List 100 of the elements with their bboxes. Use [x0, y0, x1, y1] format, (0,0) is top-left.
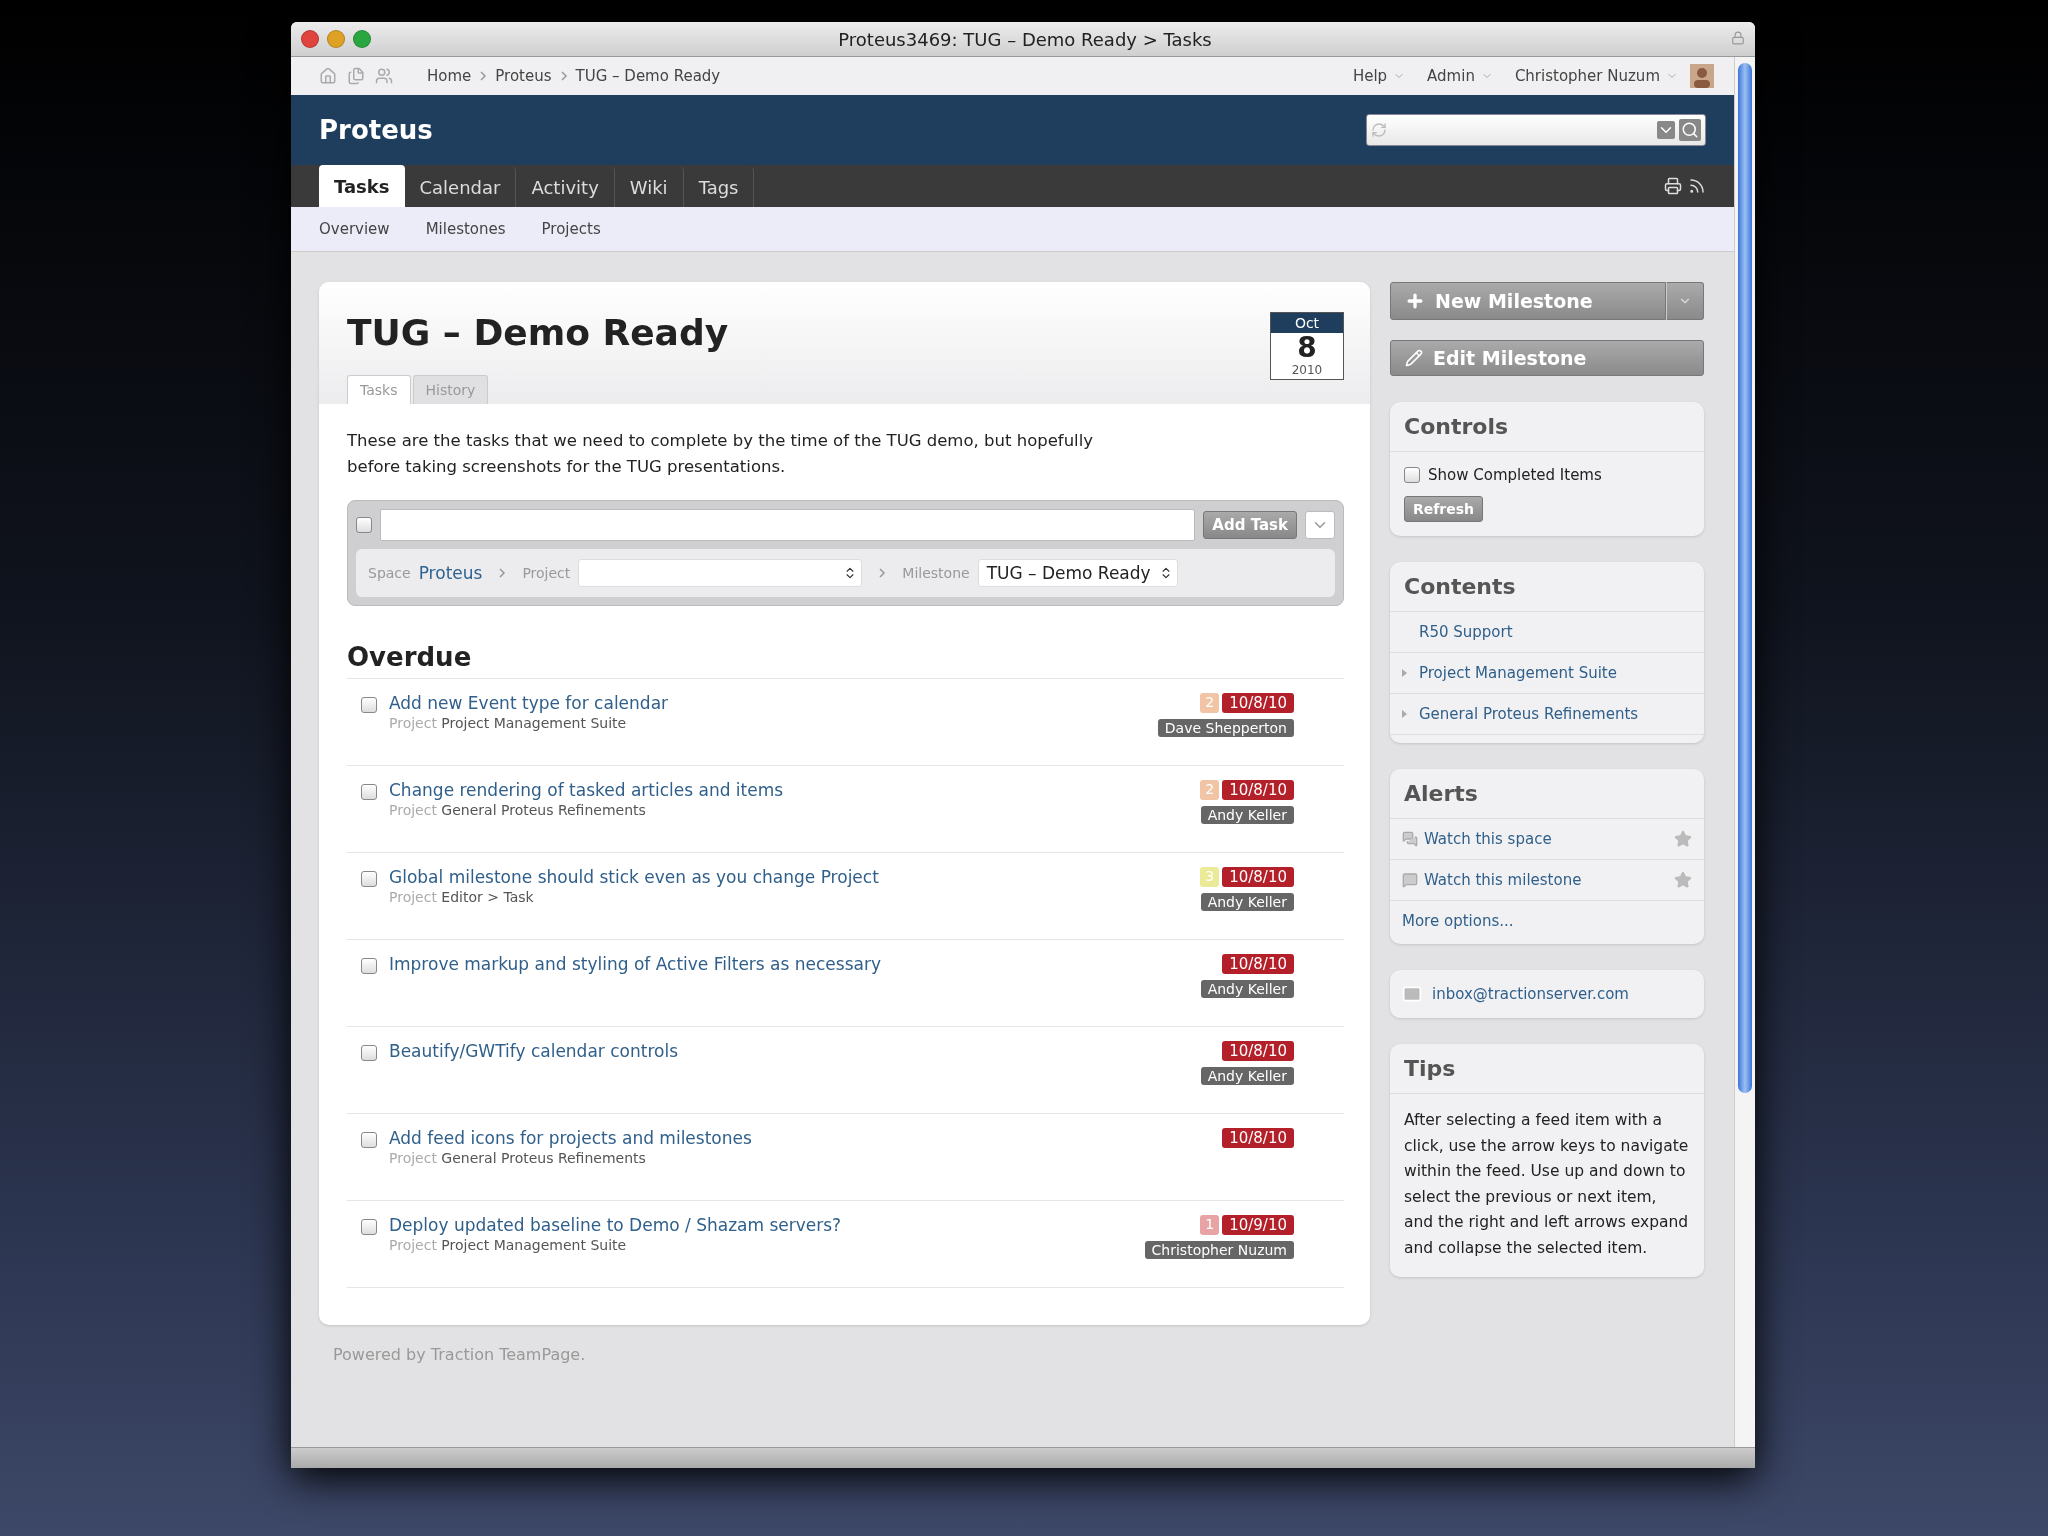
breadcrumb-link[interactable]: Home [427, 67, 472, 85]
zoom-button[interactable] [353, 30, 371, 48]
priority-badge: 2 [1200, 780, 1220, 800]
due-date-badge: 10/8/10 [1222, 693, 1294, 713]
milestone-description: These are the tasks that we need to complete by the time of the TUG demo, but hopefully before taking screenshots for the TUG presentations. [347, 430, 1095, 478]
task-link[interactable]: Change rendering of tasked articles and items [389, 780, 784, 800]
plus-icon [1405, 291, 1425, 311]
contents-link[interactable]: Project Management Suite [1419, 664, 1617, 682]
assignee-badge: Andy Keller [1200, 980, 1294, 998]
task-link[interactable]: Global milestone should stick even as you change Project [389, 867, 879, 887]
assignee-badge: Christopher Nuzum [1144, 1241, 1294, 1259]
field-label: Milestone [902, 565, 970, 581]
dropdown-icon[interactable] [1657, 121, 1675, 139]
task-project: Project Project Management Suite [389, 1237, 628, 1253]
task-project: Project General Proteus Refinements [389, 1150, 647, 1166]
panel-title: Contents [1390, 562, 1704, 612]
refresh-icon [1371, 122, 1387, 138]
email-link[interactable]: inbox@tractionserver.com [1432, 985, 1629, 1003]
caret-button[interactable] [1666, 282, 1704, 320]
chat-icon [1402, 831, 1418, 847]
assignee-badge: Andy Keller [1200, 1067, 1294, 1085]
task-link[interactable]: Add new Event type for calendar [389, 693, 669, 713]
home-icon[interactable] [319, 67, 337, 85]
pencil-icon [1405, 349, 1423, 367]
chevron-icon [498, 568, 507, 578]
date-year: 2010 [1290, 363, 1324, 379]
task-project: Project General Proteus Refinements [389, 802, 647, 818]
task-project: Project Project Management Suite [389, 715, 628, 731]
people-icon[interactable] [375, 67, 393, 85]
expand-icon[interactable] [1402, 710, 1407, 718]
breadcrumb-link[interactable]: Proteus [495, 67, 552, 85]
assignee-badge: Dave Shepperton [1157, 719, 1294, 737]
star-icon[interactable] [1674, 871, 1692, 889]
due-date-badge: 10/8/10 [1222, 780, 1294, 800]
expand-icon[interactable] [1402, 669, 1407, 677]
task-checkbox[interactable] [361, 1219, 377, 1235]
menu-link[interactable]: Admin [1427, 67, 1493, 85]
menu-link[interactable]: Christopher Nuzum [1514, 67, 1678, 85]
task-checkbox[interactable] [361, 1045, 377, 1061]
tips-text: After selecting a feed item with a click, use the arrow keys to navigate within the feed. Use up and down to select the previous or next item, and the right and left arrows expand and collapse the selected item. [1404, 1110, 1690, 1259]
field-label: Space [368, 565, 411, 581]
date-month: Oct [1271, 313, 1343, 333]
more-options-link[interactable]: More options... [1402, 912, 1514, 930]
task-checkbox[interactable] [361, 784, 377, 800]
breadcrumb-link[interactable]: TUG – Demo Ready [575, 67, 721, 85]
chevron-icon [559, 71, 568, 81]
close-button[interactable] [301, 30, 319, 48]
date-day: 8 [1271, 333, 1343, 363]
rss-icon[interactable] [1688, 177, 1706, 195]
dropdown-button[interactable] [1305, 511, 1335, 539]
task-checkbox[interactable] [361, 871, 377, 887]
due-date-badge: 10/8/10 [1222, 1128, 1294, 1148]
contents-link[interactable]: R50 Support [1419, 623, 1513, 641]
documents-icon[interactable] [347, 67, 365, 85]
task-link[interactable]: Improve markup and styling of Active Filters as necessary [389, 954, 881, 974]
comment-icon [1402, 872, 1418, 888]
contents-link[interactable]: General Proteus Refinements [1419, 705, 1639, 723]
task-checkbox[interactable] [361, 958, 377, 974]
task-checkbox[interactable] [361, 1132, 377, 1148]
footer-text: Powered by Traction TeamPage. [332, 1344, 587, 1366]
subnav-link[interactable]: Overview [319, 220, 390, 238]
task-project: Project Editor > Task [389, 889, 535, 905]
watch-link[interactable]: Watch this space [1424, 830, 1552, 848]
due-date-badge: 10/8/10 [1222, 867, 1294, 887]
print-icon[interactable] [1664, 177, 1682, 195]
priority-badge: 3 [1200, 867, 1220, 887]
priority-badge: 1 [1200, 1215, 1220, 1235]
task-link[interactable]: Deploy updated baseline to Demo / Shazam servers? [389, 1215, 842, 1235]
due-date-badge: 10/8/10 [1222, 1041, 1294, 1061]
watch-link[interactable]: Watch this milestone [1424, 871, 1582, 889]
avatar-icon [1690, 64, 1714, 88]
milestone-select[interactable]: TUG – Demo Ready [977, 559, 1178, 587]
milestone-title: TUG – Demo Ready [347, 312, 729, 353]
space-title: Proteus [319, 115, 433, 145]
chevron-icon [878, 568, 887, 578]
due-date-badge: 10/8/10 [1222, 954, 1294, 974]
minimize-button[interactable] [327, 30, 345, 48]
task-link[interactable]: Add feed icons for projects and milestones [389, 1128, 752, 1148]
menu-link[interactable]: Help [1352, 67, 1406, 85]
field-label: Project [522, 565, 571, 581]
space-link[interactable]: Proteus [418, 563, 483, 583]
checkbox[interactable] [356, 517, 372, 533]
panel-title: Controls [1390, 402, 1704, 452]
show-completed-checkbox[interactable]: Show Completed Items [1404, 466, 1602, 484]
subnav-link[interactable]: Projects [541, 220, 601, 238]
search-icon[interactable] [1679, 119, 1701, 141]
search-field[interactable] [1366, 114, 1706, 146]
priority-badge: 2 [1200, 693, 1220, 713]
panel-title: Alerts [1390, 769, 1704, 819]
subnav-link[interactable]: Milestones [425, 220, 506, 238]
task-input-field[interactable] [380, 509, 1196, 541]
section-heading: Overdue [347, 642, 1344, 679]
nav-tab[interactable]: Tasks [319, 165, 405, 207]
task-link[interactable]: Beautify/GWTify calendar controls [389, 1041, 678, 1061]
panel-title: Tips [1390, 1044, 1704, 1094]
assignee-badge: Andy Keller [1200, 893, 1294, 911]
lock-icon [1731, 30, 1745, 45]
star-icon[interactable] [1674, 830, 1692, 848]
task-checkbox[interactable] [361, 697, 377, 713]
mail-icon [1402, 984, 1422, 1004]
